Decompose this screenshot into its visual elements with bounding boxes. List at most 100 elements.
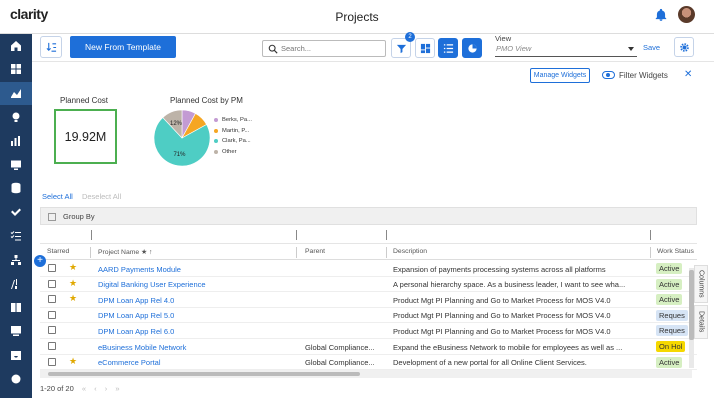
projects-icon: [11, 89, 21, 99]
column-divider[interactable]: [386, 247, 387, 258]
row-checkbox[interactable]: [48, 357, 56, 366]
sidebar-item-inbox[interactable]: [0, 343, 32, 366]
horizontal-scrollbar[interactable]: [40, 370, 692, 378]
description-cell: Development of a new portal for all Onli…: [393, 358, 587, 368]
settings-button[interactable]: [674, 37, 694, 57]
row-checkbox[interactable]: [48, 342, 56, 350]
filter-count-badge: 2: [405, 32, 415, 42]
sidebar-item-hierarchy[interactable]: [0, 248, 32, 271]
legend-label: Martin, P...: [222, 127, 250, 134]
star-icon[interactable]: ★: [69, 278, 77, 289]
details-side-tab[interactable]: Details: [694, 305, 708, 339]
col-header-starred[interactable]: Starred: [47, 248, 69, 255]
sidebar-item-roadmap[interactable]: [0, 272, 32, 295]
select-all-link[interactable]: Select All: [42, 192, 73, 201]
star-icon[interactable]: ★: [69, 293, 77, 304]
sidebar-item-dashboard[interactable]: [0, 58, 32, 81]
roadmap-icon: [11, 278, 21, 289]
col-header-project-name[interactable]: Project Name ★ ↑: [98, 248, 152, 256]
star-icon[interactable]: ★: [69, 262, 77, 273]
sidebar-item-projects[interactable]: [0, 81, 32, 105]
reports-icon: [11, 135, 20, 146]
row-checkbox[interactable]: [48, 326, 56, 335]
list-view-button[interactable]: [438, 38, 458, 58]
legend-label: Other: [222, 148, 237, 155]
add-row-button[interactable]: +: [34, 255, 46, 267]
project-name-link[interactable]: AARD Payments Module: [98, 265, 288, 274]
search-input[interactable]: [281, 42, 381, 55]
table-row[interactable]: ★ AARD Payments Module Expansion of paymen…: [40, 261, 697, 277]
next-page-icon[interactable]: ›: [105, 384, 108, 393]
filter-divider: [91, 230, 92, 240]
table-row[interactable]: eBusiness Mobile Network Global Complianc…: [40, 339, 697, 355]
chart-view-button[interactable]: [462, 38, 482, 58]
database-icon: [11, 182, 21, 194]
sidebar-item-reports[interactable]: [0, 129, 32, 152]
filter-divider: [386, 230, 387, 240]
star-icon[interactable]: ★: [69, 356, 77, 367]
first-page-icon[interactable]: «: [82, 384, 86, 393]
col-header-parent[interactable]: Parent: [305, 248, 325, 255]
planned-cost-widget[interactable]: 19.92M: [54, 109, 117, 164]
close-widgets-button[interactable]: ✕: [684, 69, 692, 80]
user-avatar[interactable]: [678, 6, 695, 23]
col-header-description[interactable]: Description: [393, 248, 427, 255]
row-checkbox[interactable]: [48, 295, 56, 304]
view-select[interactable]: PMO View: [495, 43, 637, 57]
chevron-down-icon: [628, 47, 634, 51]
deselect-all-link[interactable]: Deselect All: [82, 192, 121, 201]
project-name-link[interactable]: DPM Loan App Rel 4.0: [98, 296, 288, 305]
save-view-button[interactable]: Save: [643, 43, 660, 52]
filter-widgets-toggle[interactable]: [602, 71, 615, 79]
description-cell: Expansion of payments processing systems…: [393, 264, 606, 274]
table-row[interactable]: ★ eCommerce Portal Global Compliance... Dev…: [40, 355, 697, 370]
project-name-link[interactable]: eBusiness Mobile Network: [98, 343, 288, 352]
sidebar-item-monitor[interactable]: [0, 153, 32, 176]
row-checkbox[interactable]: [48, 264, 56, 272]
sidebar-item-settings[interactable]: [0, 367, 32, 390]
ideas-icon: [12, 112, 20, 122]
sidebar-item-checkmark[interactable]: [0, 201, 32, 224]
planned-cost-pie-chart[interactable]: 71% 12%: [153, 109, 211, 167]
row-checkbox[interactable]: [48, 279, 56, 288]
new-from-template-button[interactable]: New From Template: [70, 36, 176, 58]
project-name-link[interactable]: DPM Loan App Rel 5.0: [98, 311, 288, 320]
prev-page-icon[interactable]: ‹: [94, 384, 97, 393]
row-checkbox[interactable]: [48, 310, 56, 319]
board-view-button[interactable]: [415, 38, 435, 58]
pie-chart-icon: [467, 43, 477, 53]
table-row[interactable]: ★ DPM Loan App Rel 4.0 Product Mgt PI Plan…: [40, 292, 697, 308]
column-divider[interactable]: [650, 247, 651, 258]
project-name-link[interactable]: DPM Loan App Rel 6.0: [98, 327, 288, 336]
legend-swatch: [214, 139, 218, 144]
legend-item[interactable]: Martin, P...: [214, 126, 252, 137]
col-header-work-status[interactable]: Work Status: [657, 248, 694, 255]
table-row[interactable]: DPM Loan App Rel 6.0 Product Mgt PI Plann…: [40, 323, 697, 339]
last-page-icon[interactable]: »: [115, 384, 119, 393]
group-by-bar[interactable]: Group By: [40, 207, 697, 225]
column-divider[interactable]: [296, 247, 297, 258]
project-name-link[interactable]: eCommerce Portal: [98, 358, 288, 367]
columns-side-tab[interactable]: Columns: [694, 265, 708, 303]
manage-widgets-button[interactable]: Manage Widgets: [530, 68, 590, 83]
legend-item[interactable]: Other: [214, 147, 252, 158]
sidebar-item-monitor-alt[interactable]: [0, 320, 32, 343]
legend-item[interactable]: Clark, Pa...: [214, 136, 252, 147]
sidebar-item-home[interactable]: [0, 34, 32, 57]
column-divider[interactable]: [90, 247, 91, 258]
parent-cell: Global Compliance...: [305, 342, 375, 352]
filter-divider: [296, 230, 297, 240]
table-row[interactable]: ★ Digital Banking User Experience A person…: [40, 277, 697, 293]
sidebar-item-book[interactable]: [0, 296, 32, 319]
horizontal-scroll-thumb[interactable]: [48, 372, 360, 376]
legend-item[interactable]: Berks, Pa...: [214, 115, 252, 126]
sidebar-item-checklist[interactable]: [0, 224, 32, 247]
sidebar-item-database[interactable]: [0, 177, 32, 200]
table-row[interactable]: DPM Loan App Rel 5.0 Product Mgt PI Plann…: [40, 308, 697, 324]
sort-button[interactable]: [40, 36, 62, 58]
sidebar-item-ideas[interactable]: [0, 105, 32, 128]
notification-bell-icon[interactable]: [654, 8, 668, 22]
planned-cost-title: Planned Cost: [60, 96, 109, 105]
search-box[interactable]: [262, 40, 386, 57]
project-name-link[interactable]: Digital Banking User Experience: [98, 280, 288, 289]
